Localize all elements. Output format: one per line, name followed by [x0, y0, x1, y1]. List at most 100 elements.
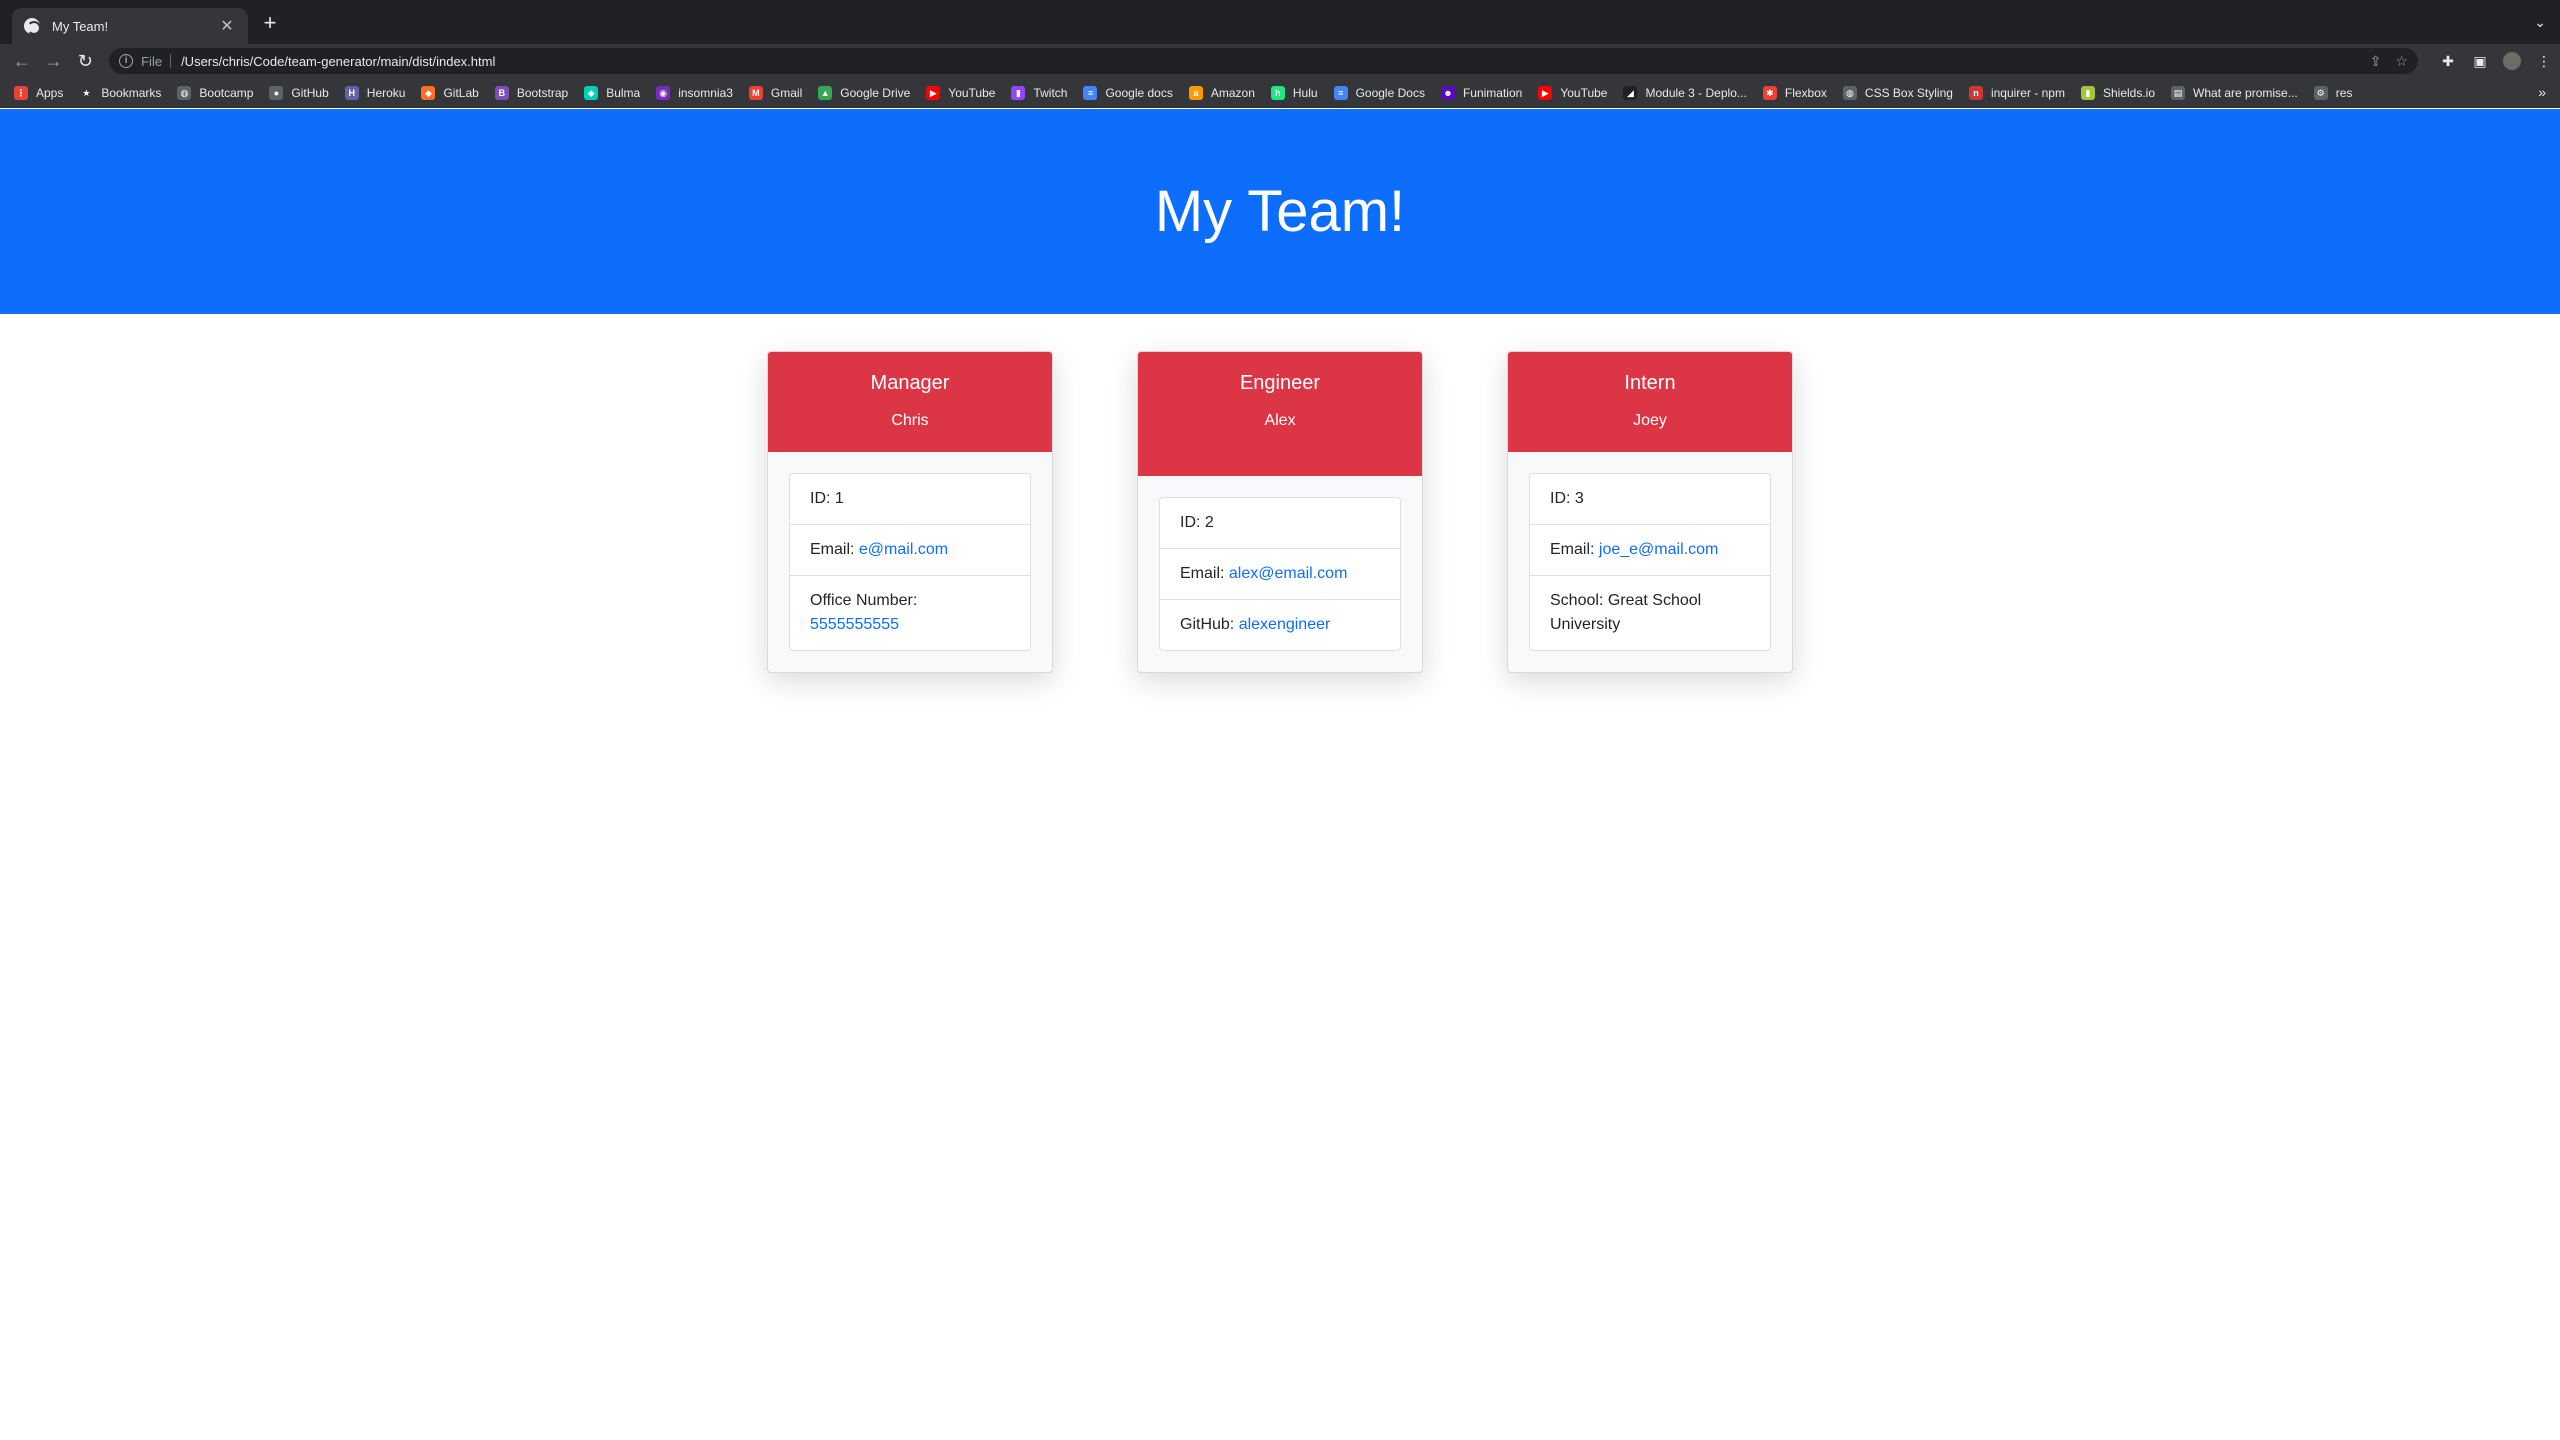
bookmark-item[interactable]: ▤ What are promise...	[2171, 85, 2298, 100]
bookmark-item[interactable]: ▮ Shields.io	[2080, 85, 2155, 100]
globe-icon: ◍	[177, 85, 192, 100]
insomnia-icon: ◉	[656, 85, 671, 100]
bookmark-label: Bootstrap	[516, 85, 569, 100]
gmail-icon: M	[748, 85, 763, 100]
bookmark-item[interactable]: ▲ Google Drive	[818, 85, 910, 100]
email-link[interactable]: alex@email.com	[1229, 565, 1348, 582]
flexbox-icon: ✱	[1762, 85, 1777, 100]
row-label: ID:	[1550, 490, 1575, 507]
back-icon[interactable]: ←	[6, 51, 38, 72]
twitch-icon: ▮	[1011, 85, 1026, 100]
globe-icon: ◍	[1842, 85, 1857, 100]
bookmark-label: Bootcamp	[199, 85, 254, 100]
list-item-id: ID: 2	[1160, 498, 1400, 548]
forward-icon[interactable]: →	[38, 51, 70, 72]
header-banner: My Team!	[0, 109, 2560, 314]
bookmark-label: YouTube	[948, 85, 996, 100]
row-value: 3	[1574, 490, 1584, 507]
bookmark-label: GitHub	[291, 85, 329, 100]
bookmark-item[interactable]: H Heroku	[344, 85, 406, 100]
bootstrap-icon: B	[494, 85, 509, 100]
youtube-icon: ▶	[1538, 85, 1553, 100]
more-menu-icon[interactable]: ⋮	[2528, 53, 2560, 70]
res-icon: ⚙	[2313, 85, 2328, 100]
tab-title: My Team!	[52, 18, 109, 34]
bookmark-item[interactable]: ◆ Bulma	[584, 85, 640, 100]
bookmark-label: Heroku	[366, 85, 406, 100]
info-icon[interactable]: i	[119, 54, 134, 68]
bookmark-item[interactable]: ◍ Bootcamp	[177, 85, 254, 100]
url-text[interactable]: /Users/chris/Code/team-generator/main/di…	[181, 54, 2356, 69]
chevron-more-icon[interactable]: »	[2538, 84, 2546, 100]
amazon-icon: a	[1188, 85, 1203, 100]
github-link[interactable]: alexengineer	[1239, 616, 1331, 633]
globe-icon	[24, 18, 41, 35]
bookmark-item[interactable]: ◆ GitLab	[421, 85, 479, 100]
bookmark-item[interactable]: ▮ Twitch	[1011, 85, 1067, 100]
tab-search-icon[interactable]: ⌄	[2534, 14, 2546, 31]
email-link[interactable]: joe_e@mail.com	[1599, 541, 1718, 558]
new-tab-button[interactable]: +	[258, 12, 282, 36]
bookmark-label: Funimation	[1462, 85, 1523, 100]
row-label: Email:	[1550, 541, 1599, 558]
card-body: ID: 1 Email: e@mail.com Office Number: 5…	[768, 452, 1052, 672]
employee-card-engineer: Engineer Alex ID: 2 Email: alex@email.co…	[1137, 351, 1423, 673]
youtube-icon: ▶	[926, 85, 941, 100]
bookmark-item[interactable]: ★ Bookmarks	[79, 85, 161, 100]
bookmark-item[interactable]: ⚙ res	[2313, 85, 2353, 100]
row-label: GitHub:	[1180, 616, 1239, 633]
side-panel-icon[interactable]: ▣	[2464, 53, 2496, 70]
bookmark-label: CSS Box Styling	[1864, 85, 1953, 100]
card-name: Joey	[1633, 412, 1667, 429]
address-bar[interactable]: i File /Users/chris/Code/team-generator/…	[109, 48, 2418, 74]
card-body: ID: 2 Email: alex@email.com GitHub: alex…	[1138, 476, 1422, 672]
bookmarks-bar: ⋮ Apps ★ Bookmarks ◍ Bootcamp ● GitHub H Heroku ◆ G…	[0, 78, 2560, 108]
bookmark-item[interactable]: ≡ Google Docs	[1333, 85, 1425, 100]
bookmark-item[interactable]: ◍ CSS Box Styling	[1842, 85, 1953, 100]
bookmark-item[interactable]: ☻ Funimation	[1440, 85, 1523, 100]
row-label: Email:	[810, 541, 859, 558]
divider	[170, 54, 172, 68]
bookmark-item[interactable]: ◉ insomnia3	[656, 85, 733, 100]
bookmark-item[interactable]: a Amazon	[1188, 85, 1255, 100]
bookmark-item[interactable]: B Bootstrap	[494, 85, 569, 100]
bookmark-item[interactable]: ✱ Flexbox	[1762, 85, 1827, 100]
bookmark-label: Google docs	[1105, 85, 1173, 100]
list-item-github: GitHub: alexengineer	[1160, 599, 1400, 650]
bookmark-star-icon[interactable]: ☆	[2395, 53, 2408, 70]
bookmark-item[interactable]: h Hulu	[1270, 85, 1318, 100]
bookmark-item[interactable]: ▶ YouTube	[926, 85, 996, 100]
card-name: Alex	[1264, 412, 1296, 429]
google-docs-icon: ≡	[1333, 85, 1348, 100]
list-item-school: School: Great School University	[1530, 575, 1770, 650]
share-icon[interactable]: ⇪	[2370, 53, 2382, 70]
phone-link[interactable]: 5555555555	[810, 616, 899, 633]
bookmark-item[interactable]: ≡ Google docs	[1083, 85, 1173, 100]
row-value: 2	[1204, 514, 1214, 531]
url-scheme: File	[141, 53, 163, 69]
bookmark-item[interactable]: ▶ YouTube	[1538, 85, 1607, 100]
bookmark-label: Hulu	[1292, 85, 1318, 100]
close-icon[interactable]: ✕	[218, 16, 236, 36]
card-body: ID: 3 Email: joe_e@mail.com School: Grea…	[1508, 452, 1792, 672]
row-label: ID:	[810, 490, 835, 507]
gitlab-icon: ◆	[421, 85, 436, 100]
bookmark-label: Flexbox	[1784, 85, 1827, 100]
list-item-id: ID: 1	[790, 474, 1030, 524]
bookmark-item[interactable]: ⋮ Apps	[14, 85, 63, 100]
row-label: School:	[1550, 592, 1608, 609]
bookmark-item[interactable]: M Gmail	[748, 85, 802, 100]
card-header: Intern Joey	[1508, 352, 1792, 452]
list-item-email: Email: alex@email.com	[1160, 548, 1400, 599]
bookmark-item[interactable]: n inquirer - npm	[1968, 85, 2065, 100]
bookmark-item[interactable]: ● GitHub	[269, 85, 329, 100]
bookmark-item[interactable]: ◢ Module 3 - Deplo...	[1623, 85, 1747, 100]
browser-tab[interactable]: My Team! ✕	[12, 8, 248, 44]
reload-icon[interactable]: ↻	[69, 51, 101, 72]
email-link[interactable]: e@mail.com	[859, 541, 948, 558]
profile-avatar[interactable]	[2502, 52, 2521, 70]
extensions-icon[interactable]: ✚	[2432, 53, 2464, 70]
bookmark-label: inquirer - npm	[1990, 85, 2065, 100]
bookmark-label: res	[2335, 85, 2353, 100]
card-header: Manager Chris	[768, 352, 1052, 452]
